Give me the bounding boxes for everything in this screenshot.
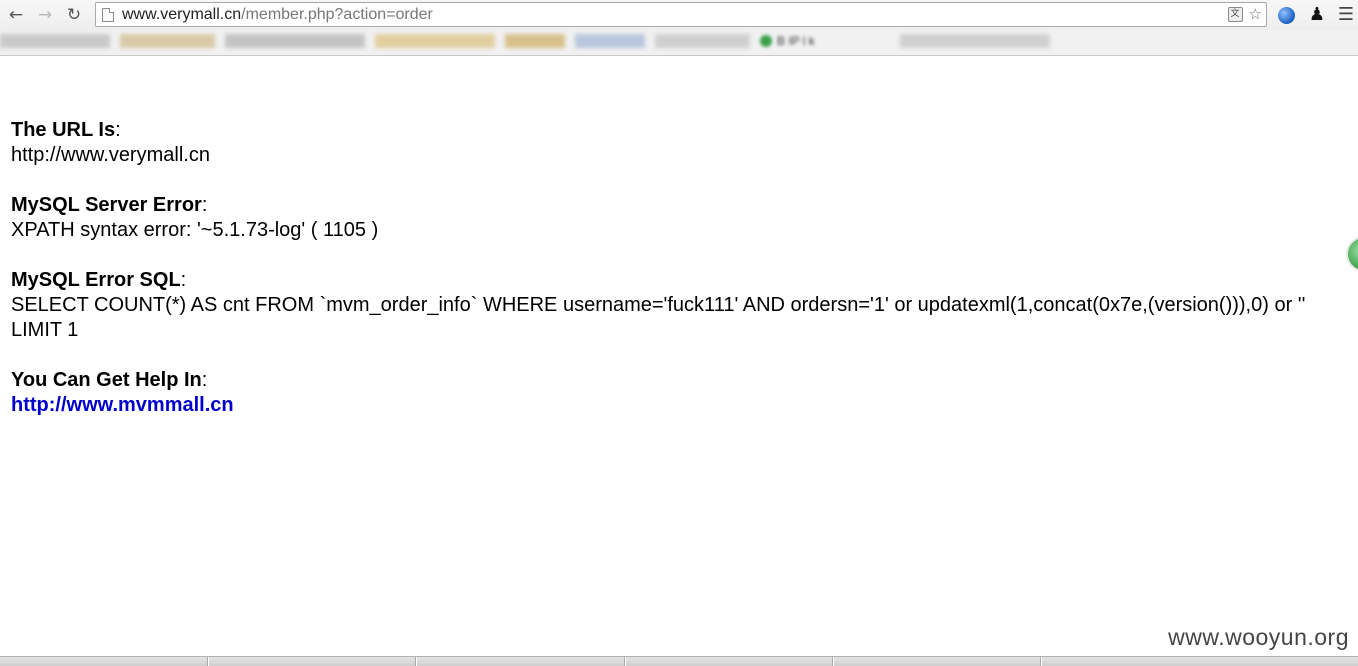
bottom-divider (624, 657, 626, 666)
colon: : (180, 269, 187, 291)
colon: : (201, 194, 208, 216)
bookmark-blur (900, 34, 1050, 48)
menu-icon[interactable]: ☰ (1336, 5, 1356, 25)
reload-icon[interactable]: ↻ (63, 4, 85, 26)
star-icon[interactable]: ☆ (1249, 5, 1262, 23)
translate-icon[interactable]: 文 (1227, 6, 1243, 22)
globe-icon[interactable] (1276, 5, 1296, 25)
sql-heading: MySQL Error SQL (11, 269, 181, 291)
url-path: /member.php?action=order (241, 5, 433, 23)
sql-section: MySQL Error SQL: SELECT COUNT(*) AS cnt … (11, 268, 1356, 343)
colon: : (201, 369, 208, 391)
url-heading: The URL Is (11, 119, 116, 141)
chess-icon[interactable]: ♟ (1307, 5, 1327, 25)
bookmark-blur (505, 34, 565, 48)
omnibox-actions: 文 ☆ (1227, 5, 1262, 23)
bottom-divider (207, 657, 209, 666)
bottom-divider (832, 657, 834, 666)
bookmark-label: B IP l k (777, 34, 815, 48)
bookmark-blur (120, 34, 215, 48)
server-error-heading: MySQL Server Error (11, 194, 202, 216)
address-url[interactable]: www.verymall.cn/member.php?action=order (122, 6, 433, 24)
help-section: You Can Get Help In: http://www.mvmmall.… (11, 368, 1356, 418)
error-page: The URL Is: http://www.verymall.cn MySQL… (11, 118, 1356, 443)
bookmark-favicon-icon (760, 35, 772, 47)
server-error-value: XPATH syntax error: '~5.1.73-log' ( 1105… (11, 219, 379, 241)
page-icon (102, 7, 114, 22)
bottom-divider (415, 657, 417, 666)
url-value: http://www.verymall.cn (11, 144, 210, 166)
watermark: www.wooyun.org (1168, 624, 1349, 650)
server-error-section: MySQL Server Error: XPATH syntax error: … (11, 193, 1356, 243)
url-section: The URL Is: http://www.verymall.cn (11, 118, 1356, 168)
bookmark-blur (375, 34, 495, 48)
bookmark-blur (655, 34, 750, 48)
back-arrow-icon[interactable]: ← (5, 4, 27, 26)
bookmark-blur (0, 34, 110, 48)
bottom-divider (1040, 657, 1042, 666)
help-heading: You Can Get Help In (11, 369, 202, 391)
colon: : (115, 119, 121, 141)
forward-arrow-icon[interactable]: → (34, 4, 56, 26)
url-host: www.verymall.cn (122, 5, 242, 23)
bookmark-blur (575, 34, 645, 48)
bookmark-blur (225, 34, 365, 48)
sql-value: SELECT COUNT(*) AS cnt FROM `mvm_order_i… (11, 294, 1306, 341)
help-link[interactable]: http://www.mvmmall.cn (11, 394, 234, 416)
bookmark-item[interactable]: B IP l k (760, 34, 815, 48)
bottom-bar (0, 656, 1358, 666)
bookmarks-bar: B IP l k (0, 30, 1358, 56)
address-bar[interactable]: www.verymall.cn/member.php?action=order … (95, 2, 1267, 27)
browser-toolbar: ← → ↻ www.verymall.cn/member.php?action=… (0, 0, 1358, 30)
